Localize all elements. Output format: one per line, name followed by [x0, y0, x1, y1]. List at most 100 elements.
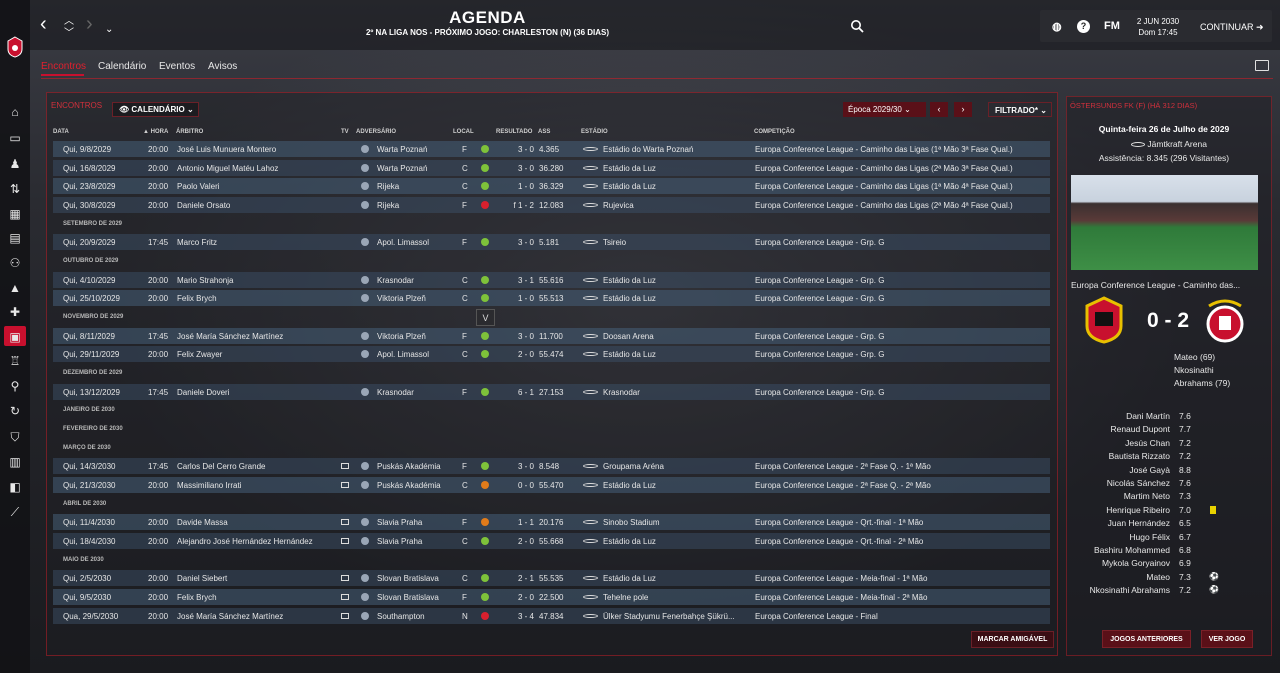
player-name[interactable]: Henrique Ribeiro — [1066, 505, 1170, 515]
col-result[interactable]: RESULTADO — [496, 129, 532, 135]
match-result[interactable]: 3 - 4 — [499, 612, 534, 621]
opponent-name[interactable]: Viktoria Plzeň — [377, 332, 426, 341]
season-selector[interactable]: Época 2029/30 ⌄ — [843, 102, 926, 117]
col-opponent[interactable]: ADVERSÁRIO — [356, 129, 396, 135]
table-row[interactable]: Qui, 20/9/2029 17:45 Marco Fritz Apol. Lima… — [53, 234, 1050, 250]
table-row[interactable]: Qui, 9/8/2029 20:00 José Luis Munuera Mont… — [53, 141, 1050, 157]
player-name[interactable]: Jesús Chan — [1066, 438, 1170, 448]
arrange-friendly-button[interactable]: MARCAR AMIGÁVEL — [971, 631, 1054, 648]
opponent-name[interactable]: Slovan Bratislava — [377, 593, 439, 602]
col-date[interactable]: DATA — [53, 129, 69, 135]
table-row[interactable]: Qui, 25/10/2029 20:00 Felix Brych Viktoria … — [53, 290, 1050, 306]
referee-name[interactable]: Antonio Miguel Matéu Lahoz — [177, 164, 278, 173]
match-result[interactable]: 0 - 0 — [499, 481, 534, 490]
menu-dropdown-icon[interactable]: ⌄ — [105, 20, 113, 40]
development-icon[interactable]: ◧ — [8, 480, 22, 494]
referee-name[interactable]: Daniel Siebert — [177, 574, 227, 583]
referee-name[interactable]: Alejandro José Hernández Hernández — [177, 537, 313, 546]
training-icon[interactable]: ▲ — [8, 281, 22, 295]
match-result[interactable]: 3 - 1 — [499, 276, 534, 285]
col-tv[interactable]: TV — [341, 129, 349, 135]
table-row[interactable]: Qui, 2/5/2030 20:00 Daniel Siebert Slovan B… — [53, 570, 1050, 586]
player-name[interactable]: Mykola Goryainov — [1066, 558, 1170, 568]
filter-dropdown[interactable]: FILTRADO* ⌄ — [988, 102, 1052, 117]
competition-name[interactable]: Europa Conference League - 2ª Fase Q. - … — [755, 481, 931, 490]
club-info-icon[interactable]: ⛉ — [8, 430, 22, 444]
opponent-name[interactable]: Southampton — [377, 612, 425, 621]
opponent-name[interactable]: Apol. Limassol — [377, 238, 429, 247]
opponent-name[interactable]: Slovan Bratislava — [377, 574, 439, 583]
competition-name[interactable]: Europa Conference League - Final — [755, 612, 878, 621]
player-name[interactable]: José Gayà — [1066, 465, 1170, 475]
tab-calendario[interactable]: Calendário — [98, 61, 146, 72]
competition-name[interactable]: Europa Conference League - Meia-final - … — [755, 574, 927, 583]
opponent-name[interactable]: Slavia Praha — [377, 537, 422, 546]
match-result[interactable]: 1 - 0 — [499, 182, 534, 191]
tab-eventos[interactable]: Eventos — [159, 61, 195, 72]
col-time[interactable]: ▲ HORA — [143, 129, 168, 135]
opponent-name[interactable]: Puskás Akadémia — [377, 481, 441, 490]
match-result[interactable]: 1 - 1 — [499, 518, 534, 527]
tactics-icon[interactable]: ⇅ — [8, 182, 22, 196]
table-row[interactable]: Qui, 18/4/2030 20:00 Alejandro José Hernán… — [53, 533, 1050, 549]
benfica-crest-icon[interactable] — [1199, 294, 1251, 346]
match-result[interactable]: 2 - 1 — [499, 574, 534, 583]
competition-name[interactable]: Europa Conference League - Qrt.-final - … — [755, 537, 923, 546]
history-down-icon[interactable]: ﹀ — [64, 24, 74, 44]
player-name[interactable]: Mateo — [1066, 572, 1170, 582]
competition-name[interactable]: Europa Conference League - Caminho das L… — [755, 201, 1013, 210]
shortlist-icon[interactable]: ⟋ — [8, 505, 22, 519]
medical-icon[interactable]: ✚ — [8, 305, 22, 319]
competition-name[interactable]: Europa Conference League - Caminho das L… — [755, 182, 1013, 191]
inbox-icon[interactable]: ▭ — [8, 131, 22, 145]
next-season-button[interactable]: › — [954, 102, 972, 117]
col-venue[interactable]: LOCAL — [453, 129, 474, 135]
search-icon[interactable] — [850, 19, 864, 33]
match-result[interactable]: 1 - 0 — [499, 294, 534, 303]
table-row[interactable]: Qui, 14/3/2030 17:45 Carlos Del Cerro Gran… — [53, 458, 1050, 474]
opponent-name[interactable]: Slavia Praha — [377, 518, 422, 527]
player-name[interactable]: Renaud Dupont — [1066, 424, 1170, 434]
referee-name[interactable]: Paolo Valeri — [177, 182, 220, 191]
dynamics-icon[interactable]: ▦ — [8, 207, 22, 221]
squad-shirt-icon[interactable]: ♟ — [8, 157, 22, 171]
competition-name[interactable]: Europa Conference League - Caminho das L… — [755, 164, 1013, 173]
competition-name[interactable]: Europa Conference League - Grp. G — [755, 294, 884, 303]
opponent-name[interactable]: Apol. Limassol — [377, 350, 429, 359]
match-result[interactable]: 3 - 0 — [499, 145, 534, 154]
match-result[interactable]: f 1 - 2 — [499, 201, 534, 210]
staff-icon[interactable]: ⚇ — [8, 256, 22, 270]
opponent-name[interactable]: Warta Poznań — [377, 164, 427, 173]
back-arrow-icon[interactable]: ‹ — [40, 14, 47, 34]
player-name[interactable]: Hugo Félix — [1066, 532, 1170, 542]
table-row[interactable]: Qui, 23/8/2029 20:00 Paolo Valeri Rijeka C 1 … — [53, 178, 1050, 194]
tab-encontros[interactable]: Encontros — [41, 61, 86, 72]
competition-name[interactable]: Europa Conference League - 2ª Fase Q. - … — [755, 462, 931, 471]
referee-name[interactable]: José María Sánchez Martínez — [177, 612, 283, 621]
referee-name[interactable]: Davide Massa — [177, 518, 228, 527]
match-result[interactable]: 2 - 0 — [499, 593, 534, 602]
fm-logo-icon[interactable]: FM — [1104, 20, 1120, 32]
table-row[interactable]: Qui, 21/3/2030 20:00 Massimiliano Irrati Pu… — [53, 477, 1050, 493]
table-row[interactable]: Qui, 11/4/2030 20:00 Davide Massa Slavia Pr… — [53, 514, 1050, 530]
home-icon[interactable]: ⌂ — [8, 105, 22, 119]
view-dropdown[interactable]: 👁 CALENDÁRIO ⌄ — [112, 102, 199, 117]
match-result[interactable]: 3 - 0 — [499, 238, 534, 247]
table-row[interactable]: Qui, 30/8/2029 20:00 Daniele Orsato Rijeka F… — [53, 197, 1050, 213]
referee-name[interactable]: Massimiliano Irrati — [177, 481, 241, 490]
competition-name[interactable]: Europa Conference League - Caminho das L… — [755, 145, 1013, 154]
reports-icon[interactable]: ▤ — [8, 231, 22, 245]
prev-season-button[interactable]: ‹ — [930, 102, 948, 117]
opponent-name[interactable]: Rijeka — [377, 201, 399, 210]
referee-name[interactable]: Felix Brych — [177, 593, 217, 602]
continue-button[interactable]: CONTINUAR ➜ — [1200, 22, 1264, 33]
player-name[interactable]: Juan Hernández — [1066, 518, 1170, 528]
player-name[interactable]: Martim Neto — [1066, 491, 1170, 501]
col-stadium[interactable]: ESTÁDIO — [581, 129, 608, 135]
referee-name[interactable]: Marco Fritz — [177, 238, 217, 247]
schedule-icon[interactable]: ▣ — [8, 330, 22, 344]
match-result[interactable]: 3 - 0 — [499, 332, 534, 341]
competition-name[interactable]: Europa Conference League - Grp. G — [755, 276, 884, 285]
referee-name[interactable]: Daniele Doveri — [177, 388, 229, 397]
referee-name[interactable]: Mario Strahonja — [177, 276, 233, 285]
